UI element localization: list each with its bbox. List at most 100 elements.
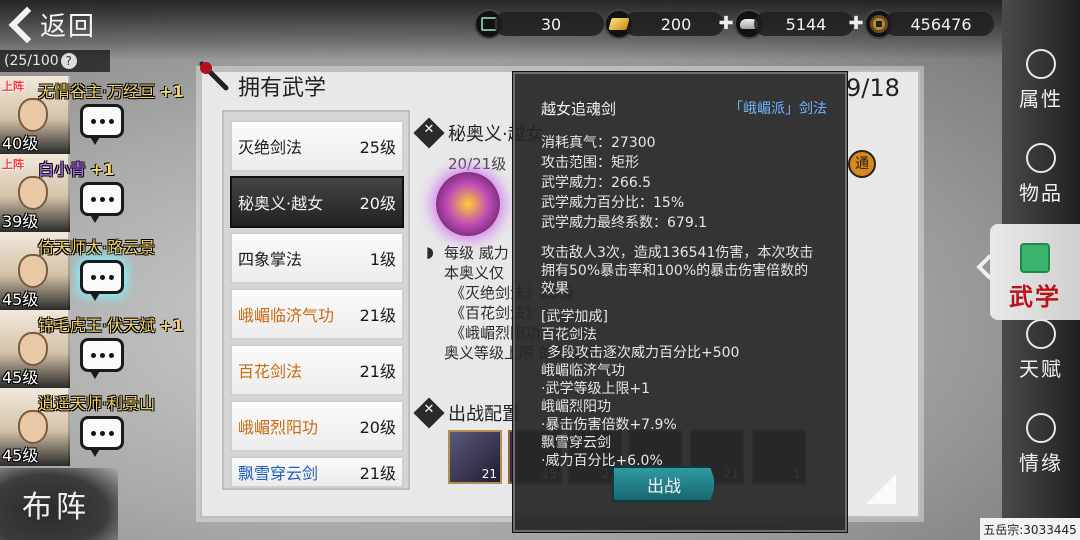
tooltip-skill-name: 越女追魂剑 (541, 100, 617, 118)
hero-level: 40级 (2, 134, 39, 153)
skill-item-selected[interactable]: 秘奥义·越女 20级 (230, 176, 404, 228)
skill-item[interactable]: 四象掌法 1级 (230, 232, 404, 284)
skill-item[interactable]: 灭绝剑法 25级 (230, 120, 404, 172)
desc-bullet-icon: ◗ (426, 243, 434, 261)
skill-name: 灭绝剑法 (238, 138, 303, 157)
nav-item-attributes[interactable]: 属性 (1002, 30, 1080, 120)
formation-label: 布阵 (22, 490, 90, 525)
currency-gold-value: 200 (624, 12, 724, 36)
tooltip-line: 拥有50%暴击率和100%的暴击伤害倍数的 (541, 263, 809, 279)
tooltip-line: 峨嵋临济气功 (541, 363, 625, 379)
back-arrow-icon (8, 6, 34, 42)
currency-silver-value: 5144 (754, 12, 854, 36)
skill-name: 峨嵋临济气功 (238, 306, 335, 325)
tooltip-line: 效果 (541, 281, 569, 297)
skill-name: 秘奥义·越女 (238, 194, 324, 213)
tooltip-line: 武学威力百分比：15% (541, 195, 685, 211)
deploy-button[interactable]: 出战 (612, 466, 716, 502)
skill-level: 1级 (369, 250, 396, 269)
hero-card[interactable]: 上阵 白小青 +1 39级 (0, 154, 200, 232)
items-icon (1026, 143, 1056, 173)
hero-name: 白小青 +1 (38, 160, 115, 179)
hero-level: 45级 (2, 446, 39, 465)
tooltip-line: [武学加成] (541, 309, 608, 325)
formation-header: 出战配置 (413, 397, 520, 429)
hero-level: 45级 (2, 368, 39, 387)
tooltip-line: 武学威力：266.5 (541, 175, 652, 191)
server-id: 五岳宗:3033445 (980, 518, 1080, 540)
currency-box-value: 30 (494, 12, 604, 36)
skill-name: 百花剑法 (238, 362, 303, 381)
ultimate-skill-icon[interactable] (436, 172, 500, 236)
skill-item[interactable]: 峨嵋烈阳功 20级 (230, 400, 404, 452)
hero-card[interactable]: 倚天师太·路云景 45级 (0, 232, 200, 310)
hero-level: 45级 (2, 290, 39, 309)
tooltip-line: 百花剑法 (541, 327, 597, 343)
page-corner (866, 474, 896, 504)
desc-line: 每级 威力 (444, 244, 509, 262)
chat-bubble-icon[interactable] (80, 260, 124, 301)
tong-badge[interactable]: 通 (848, 150, 876, 178)
add-gold-button[interactable]: ✚ (716, 14, 736, 34)
tooltip-line: ·暴击伤害倍数+7.9% (541, 417, 677, 433)
nav-item-items[interactable]: 物品 (1002, 124, 1080, 214)
hero-card[interactable]: 锦毛虎王·伏天斌 +1 45级 (0, 310, 200, 388)
formation-title: 出战配置 (448, 404, 520, 425)
brush-icon (199, 61, 229, 91)
skill-item[interactable]: 百花剑法 21级 (230, 344, 404, 396)
skill-level: 25级 (359, 138, 396, 157)
deployed-tag: 上阵 (2, 80, 24, 93)
skill-tooltip: 越女追魂剑 「峨嵋派」剑法 消耗真气：27300 攻击范围：矩形 武学威力：26… (513, 72, 847, 532)
chat-bubble-icon[interactable] (80, 104, 124, 145)
chat-bubble-icon[interactable] (80, 182, 124, 223)
currency-coin-value: 456476 (884, 12, 994, 36)
skill-level: 21级 (359, 306, 396, 325)
tooltip-line: 攻击敌人3次，造成136541伤害，本次攻击 (541, 245, 814, 261)
nav-item-bond[interactable]: 情缘 (1002, 394, 1080, 484)
back-button[interactable]: 返回 (8, 4, 120, 44)
skill-level: 21级 (359, 362, 396, 381)
currency-silver: 5144 ✚ (734, 8, 866, 40)
tooltip-line: 武学威力最终系数：679.1 (541, 215, 708, 231)
hero-name: 逍遥天师·利景山 (38, 394, 156, 413)
currency-coin: 456476 (864, 8, 994, 40)
attributes-icon (1026, 49, 1056, 79)
bond-icon (1026, 413, 1056, 443)
hero-card[interactable]: 逍遥天师·利景山 45级 (0, 388, 200, 466)
tooltip-line: ·武学等级上限+1 (541, 381, 651, 397)
skill-name: 四象掌法 (238, 250, 303, 269)
help-icon[interactable]: ? (60, 53, 77, 69)
hero-level: 39级 (2, 212, 39, 231)
nav-label: 天赋 (1019, 357, 1063, 381)
chat-bubble-icon[interactable] (80, 338, 124, 379)
back-label: 返回 (40, 11, 97, 42)
desc-line: 本奥义仅 (444, 264, 505, 282)
skill-item[interactable]: 峨嵋临济气功 21级 (230, 288, 404, 340)
skill-item[interactable]: 飘雪穿云剑 21级 (230, 456, 404, 488)
formation-slot[interactable]: 21 (448, 430, 502, 484)
nav-label: 物品 (1019, 181, 1063, 205)
formation-button[interactable]: 布阵 (0, 468, 118, 540)
diamond-icon (413, 117, 445, 149)
skill-level: 20级 (359, 194, 396, 213)
add-silver-button[interactable]: ✚ (846, 14, 866, 34)
hero-name: 锦毛虎王·伏天斌 +1 (38, 316, 184, 335)
tooltip-line: 消耗真气：27300 (541, 135, 656, 151)
martial-arts-icon (1020, 243, 1050, 273)
tooltip-line: 多段攻击逐次威力百分比+500 (547, 345, 740, 361)
currency-gold: 200 ✚ (604, 8, 736, 40)
skill-level-progress: 20/21级 (448, 155, 507, 173)
tooltip-line: 峨嵋烈阳功 (541, 399, 611, 415)
diamond-icon (413, 397, 445, 429)
nav-item-talent[interactable]: 天赋 (1002, 300, 1080, 390)
talent-icon (1026, 319, 1056, 349)
skill-name: 峨嵋烈阳功 (238, 418, 319, 437)
skill-level: 20级 (359, 418, 396, 437)
page-indicator: 9/18 (846, 74, 900, 102)
panel-title: 拥有武学 (238, 76, 327, 101)
skill-level: 21级 (359, 464, 396, 483)
nav-label: 属性 (1019, 87, 1063, 111)
deployed-tag: 上阵 (2, 158, 24, 171)
chat-bubble-icon[interactable] (80, 416, 124, 457)
hero-card[interactable]: 上阵 无情谷主·万经亘 +1 40级 (0, 76, 200, 154)
